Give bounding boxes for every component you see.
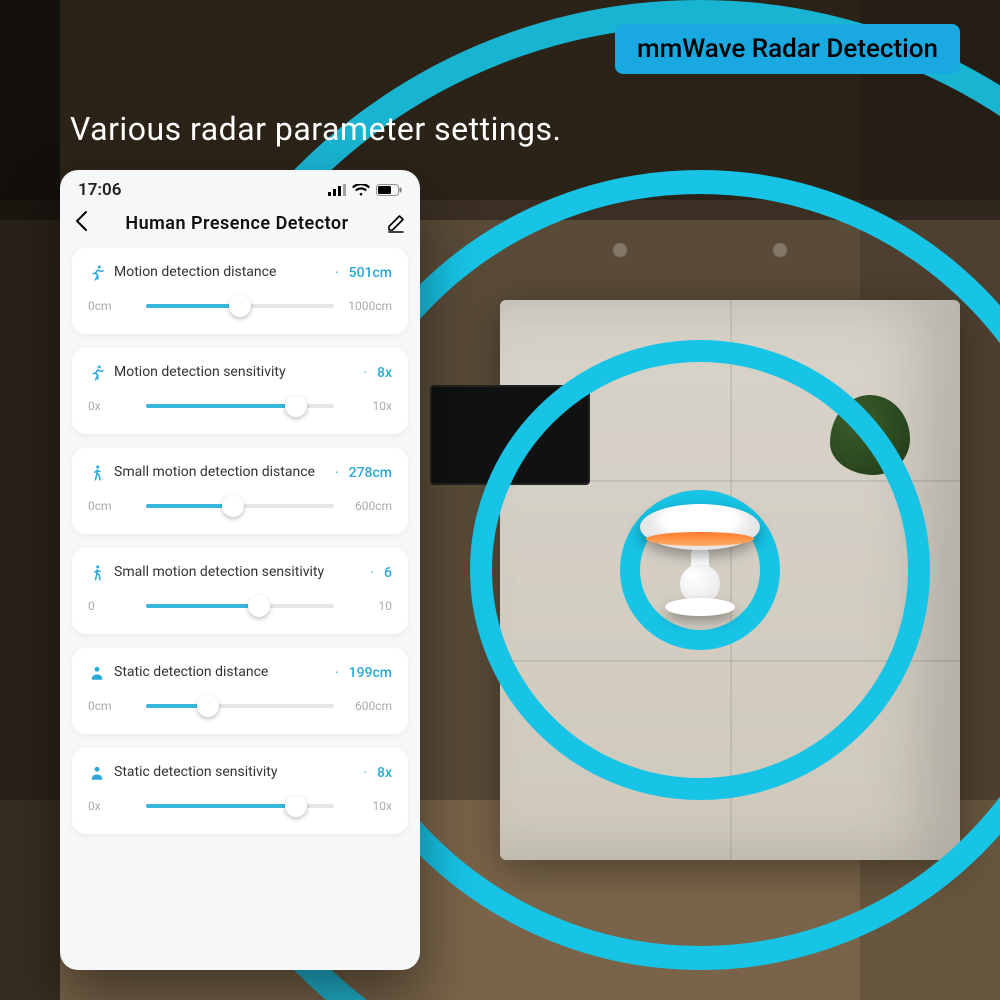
slider-max: 10 [344, 599, 392, 613]
slider[interactable] [146, 496, 334, 516]
setting-value: 278cm [349, 465, 392, 481]
separator-dot: · [333, 465, 341, 481]
setting-card: Small motion detection distance · 278cm 0cm… [72, 448, 408, 534]
status-time: 17:06 [78, 180, 121, 200]
back-button[interactable] [74, 210, 88, 236]
slider[interactable] [146, 596, 334, 616]
slider-max: 1000cm [344, 299, 392, 313]
setting-label: Motion detection distance [114, 264, 325, 282]
product-scene: mmWave Radar Detection Various radar par… [0, 0, 1000, 1000]
person-icon [88, 764, 106, 782]
separator-dot: · [368, 565, 376, 581]
slider[interactable] [146, 396, 334, 416]
setting-card: Small motion detection sensitivity · 6 0 10 [72, 548, 408, 634]
setting-label: Small motion detection sensitivity [114, 564, 360, 582]
feature-badge: mmWave Radar Detection [615, 24, 960, 74]
slider-max: 10x [344, 799, 392, 813]
status-bar: 17:06 [60, 170, 420, 202]
app-bar: Human Presence Detector [60, 202, 420, 248]
setting-card: Motion detection distance · 501cm 0cm 1000cm [72, 248, 408, 334]
setting-value: 501cm [349, 265, 392, 281]
setting-card: Motion detection sensitivity · 8x 0x 10x [72, 348, 408, 434]
slider-min: 0cm [88, 499, 136, 513]
plant-decor [830, 395, 910, 475]
setting-value: 8x [377, 365, 392, 381]
slider-min: 0x [88, 799, 136, 813]
slider-min: 0cm [88, 299, 136, 313]
setting-label: Static detection distance [114, 664, 325, 682]
wifi-icon [352, 184, 370, 196]
slider[interactable] [146, 696, 334, 716]
walk-icon [88, 464, 106, 482]
screen-title: Human Presence Detector [125, 213, 348, 234]
slider-thumb[interactable] [197, 695, 219, 717]
setting-card: Static detection sensitivity · 8x 0x 10x [72, 748, 408, 834]
separator-dot: · [333, 265, 341, 281]
setting-value: 6 [384, 565, 392, 581]
slider-thumb[interactable] [229, 295, 251, 317]
slider-thumb[interactable] [248, 595, 270, 617]
run-icon [88, 364, 106, 382]
slider-max: 600cm [344, 499, 392, 513]
edit-button[interactable] [386, 213, 406, 233]
tv-decor [430, 385, 590, 485]
slider-thumb[interactable] [285, 795, 307, 817]
page-heading: Various radar parameter settings. [70, 110, 561, 148]
battery-icon [376, 184, 402, 196]
slider-thumb[interactable] [285, 395, 307, 417]
setting-label: Motion detection sensitivity [114, 364, 353, 382]
sensor-device [640, 504, 760, 616]
setting-card: Static detection distance · 199cm 0cm 600cm [72, 648, 408, 734]
slider[interactable] [146, 296, 334, 316]
slider-min: 0cm [88, 699, 136, 713]
setting-label: Static detection sensitivity [114, 764, 353, 782]
person-icon [88, 664, 106, 682]
walk-icon [88, 564, 106, 582]
setting-value: 8x [377, 765, 392, 781]
slider-max: 10x [344, 399, 392, 413]
setting-value: 199cm [349, 665, 392, 681]
separator-dot: · [361, 365, 369, 381]
slider[interactable] [146, 796, 334, 816]
slider-min: 0 [88, 599, 136, 613]
slider-min: 0x [88, 399, 136, 413]
cellular-icon [328, 184, 346, 196]
run-icon [88, 264, 106, 282]
separator-dot: · [361, 765, 369, 781]
setting-label: Small motion detection distance [114, 464, 325, 482]
phone-mock: 17:06 Human Presence Detector [60, 170, 420, 970]
slider-thumb[interactable] [222, 495, 244, 517]
slider-max: 600cm [344, 699, 392, 713]
separator-dot: · [333, 665, 341, 681]
